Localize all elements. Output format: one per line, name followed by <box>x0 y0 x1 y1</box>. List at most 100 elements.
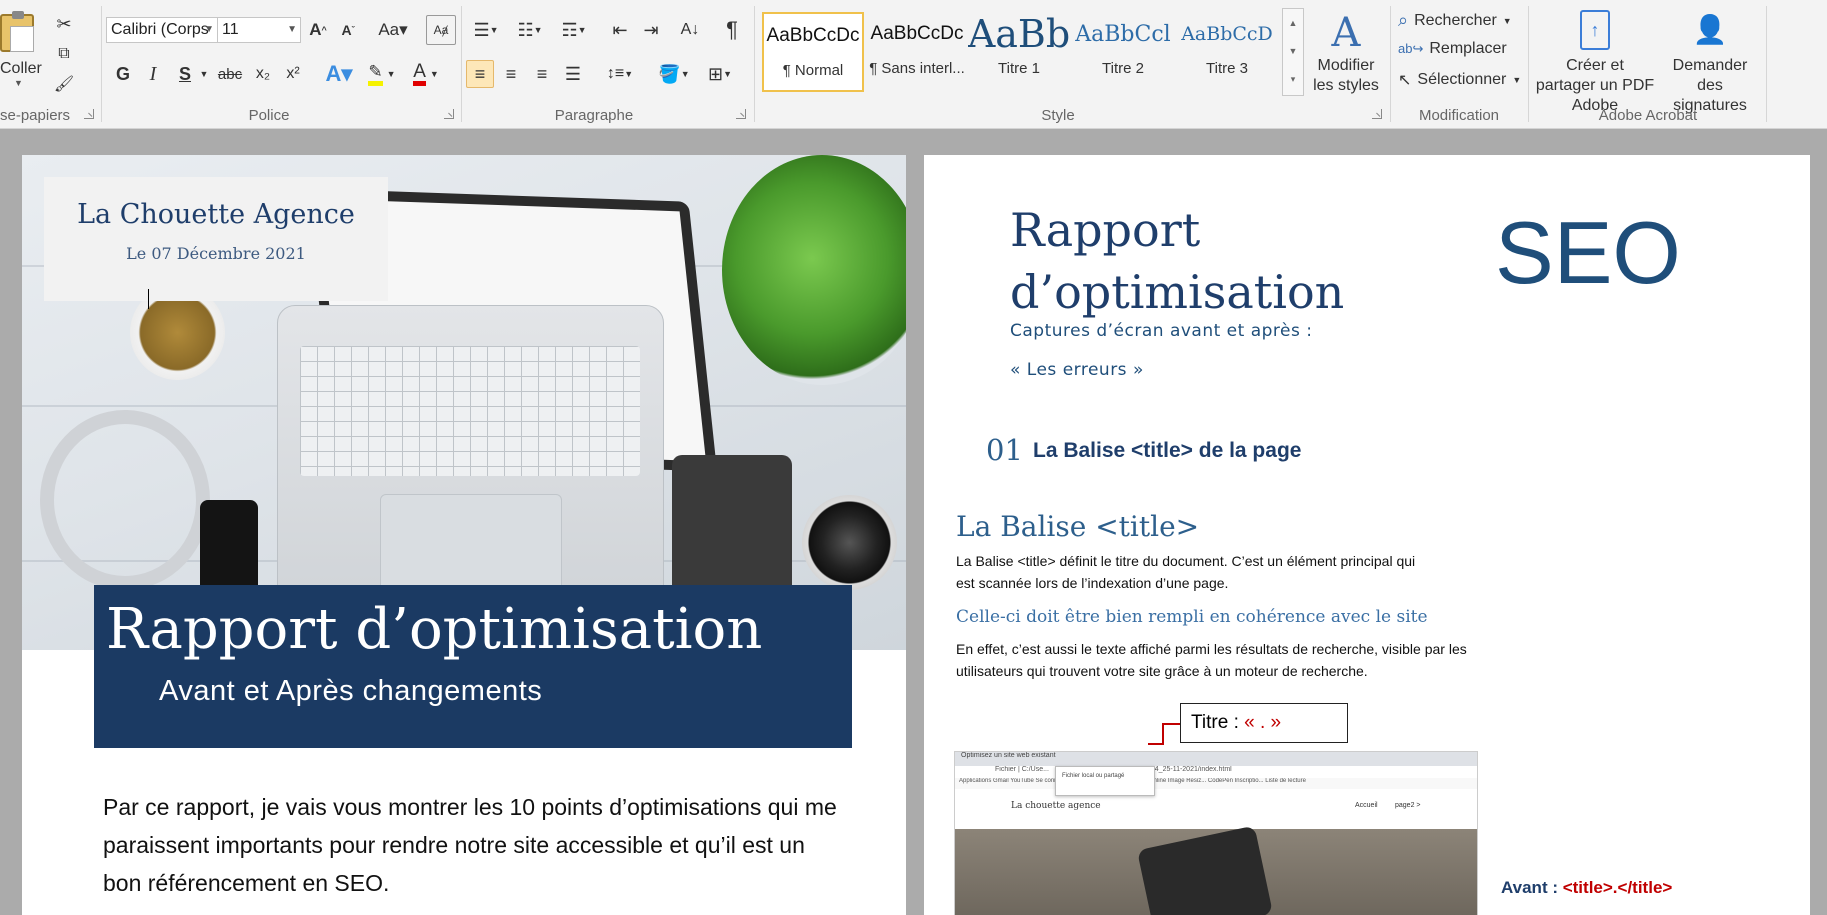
align-left-icon[interactable]: ≡ <box>466 60 494 88</box>
cover-subtitle[interactable]: Avant et Après changements <box>159 675 542 708</box>
align-right-icon[interactable]: ≡ <box>528 60 556 88</box>
subscript-icon[interactable]: x₂ <box>250 60 276 88</box>
style-sample: AaBbCcDc <box>766 25 860 46</box>
pilcrow-icon[interactable]: ¶ <box>718 17 746 43</box>
section-number[interactable]: 01 <box>986 433 1023 467</box>
replace-label: Remplacer <box>1429 40 1507 57</box>
change-case-icon[interactable]: Aa▾ <box>374 17 412 43</box>
style-group-label: Style <box>1041 107 1075 124</box>
create-pdf-button[interactable]: ↑ Créer et partager un PDF Adobe <box>1530 10 1660 116</box>
cover-date[interactable]: Le 07 Décembre 2021 <box>44 244 388 263</box>
align-center-icon[interactable]: ≡ <box>497 60 525 88</box>
format-painter-icon[interactable]: 🖌 <box>52 72 76 96</box>
decrease-indent-icon[interactable]: ⇤ <box>606 17 634 43</box>
shrink-font-icon[interactable]: Aˇ <box>335 17 361 43</box>
font-group-label: Police <box>248 107 290 124</box>
modify-styles-label: Modifier les styles <box>1313 57 1379 94</box>
justify-icon[interactable]: ☰ <box>559 60 587 88</box>
style-heading-3[interactable]: AaBbCcD Titre 3 <box>1176 12 1278 92</box>
cursor-icon: ↖ <box>1398 72 1412 89</box>
style-sample: AaBb <box>968 12 1070 56</box>
replace-icon: ab↪ <box>1398 41 1424 56</box>
paragraph-2[interactable]: En effet, c’est aussi le texte affiché p… <box>956 638 1556 682</box>
style-heading-1[interactable]: AaBb Titre 1 <box>968 12 1070 92</box>
find-button[interactable]: ⌕ Rechercher ▼ <box>1398 10 1512 31</box>
font-size-combo[interactable]: 11 ▼ <box>217 17 301 43</box>
errors-caption[interactable]: « Les erreurs » <box>1010 360 1144 380</box>
captures-caption[interactable]: Captures d’écran avant et après : <box>1010 321 1312 341</box>
more-icon[interactable]: ▾ <box>1283 65 1303 93</box>
cover-title-band: Rapport d’optimisation Avant et Après ch… <box>94 585 852 748</box>
multilevel-list-icon[interactable]: ☶ ▼ <box>554 17 594 43</box>
style-name: Titre 2 <box>1102 60 1144 77</box>
paragraph-line: est scannée lors de l’indexation d’une p… <box>956 575 1229 591</box>
browser-tab-title: Optimisez un site web existant <box>961 752 1056 759</box>
underline-button[interactable]: S <box>172 60 198 88</box>
plant-image <box>722 155 906 385</box>
style-launcher[interactable] <box>1372 109 1382 119</box>
cover-intro[interactable]: Par ce rapport, je vais vous montrer les… <box>103 788 843 902</box>
chevron-down-icon: ▼ <box>1512 75 1522 85</box>
chevron-down-icon[interactable]: ▼ <box>198 60 210 88</box>
style-heading-2[interactable]: AaBbCcl Titre 2 <box>1072 12 1174 92</box>
grow-font-icon[interactable]: A ^ <box>305 17 331 43</box>
paragraph-1[interactable]: La Balise <title> définit le titre du do… <box>956 550 1516 594</box>
subheading[interactable]: Celle-ci doit être bien rempli en cohére… <box>956 607 1428 627</box>
seo-label[interactable]: SEO <box>1495 202 1681 304</box>
style-name: Titre 3 <box>1206 60 1248 77</box>
clear-format-icon[interactable]: Aⱥ <box>426 15 456 45</box>
site-nav: La chouette agence Accueil page2 > <box>955 789 1477 829</box>
clipboard-launcher[interactable] <box>84 109 94 119</box>
sort-icon[interactable]: A↓ <box>676 17 704 43</box>
cover-title[interactable]: Rapport d’optimisation <box>106 597 762 662</box>
chevron-up-icon[interactable]: ▲ <box>1283 9 1303 37</box>
title-callout[interactable]: Titre : « . » <box>1180 703 1348 743</box>
agency-box[interactable]: La Chouette Agence Le 07 Décembre 2021 <box>44 177 388 309</box>
strikethrough-button[interactable]: abc <box>214 60 246 88</box>
modify-styles-button[interactable]: A Modifier les styles <box>1306 10 1386 96</box>
style-gallery-scroll[interactable]: ▲ ▼ ▾ <box>1282 8 1304 96</box>
section-title[interactable]: La Balise <title> de la page <box>1033 439 1301 463</box>
font-color-icon[interactable]: A ▼ <box>406 60 446 88</box>
address-text: Fichier | C:/Use... <box>995 766 1049 773</box>
request-signatures-button[interactable]: 👤 Demander des signatures <box>1660 10 1760 116</box>
numbering-icon[interactable]: ☷ ▼ <box>510 17 550 43</box>
style-name: ¶ Normal <box>782 62 844 79</box>
subsection-heading[interactable]: La Balise <title> <box>956 510 1199 543</box>
report-page[interactable]: Rapport d’optimisation SEO Captures d’éc… <box>924 155 1810 915</box>
line-spacing-icon[interactable]: ↕≡ ▼ <box>600 60 640 88</box>
separator <box>754 6 755 122</box>
site-nav-link: Accueil <box>1355 802 1378 809</box>
bold-button[interactable]: G <box>110 60 136 88</box>
select-button[interactable]: ↖ Sélectionner ▼ <box>1398 70 1521 90</box>
paragraph-launcher[interactable] <box>736 109 746 119</box>
keyboard-image <box>300 346 640 476</box>
browser-screenshot[interactable]: Optimisez un site web existant Fichier |… <box>954 751 1478 915</box>
copy-icon[interactable]: ⧉ <box>52 42 76 66</box>
font-name-combo[interactable]: Calibri (Corps ▼ <box>106 17 218 43</box>
cut-icon[interactable]: ✂ <box>52 12 76 36</box>
chevron-down-icon: ▼ <box>1502 15 1512 26</box>
browser-address-bar: Fichier | C:/Use... ...4_25-11-2021/index… <box>955 766 1477 778</box>
increase-indent-icon[interactable]: ⇥ <box>637 17 665 43</box>
bullets-icon[interactable]: ☰ ▼ <box>466 17 506 43</box>
text-effects-icon[interactable]: A▾ <box>322 60 356 88</box>
report-heading[interactable]: Rapport d’optimisation <box>1010 199 1344 323</box>
superscript-icon[interactable]: x² <box>280 60 306 88</box>
borders-icon[interactable]: ⊞ ▼ <box>700 60 740 88</box>
highlight-icon[interactable]: ✎ ▼ <box>362 60 402 88</box>
paste-button[interactable]: Coller ▼ <box>0 6 44 96</box>
style-sample: AaBbCcD <box>1181 23 1273 45</box>
shading-icon[interactable]: 🪣 ▼ <box>654 60 694 88</box>
font-launcher[interactable] <box>444 109 454 119</box>
italic-button[interactable]: I <box>140 60 166 88</box>
cover-page[interactable]: La Chouette Agence Le 07 Décembre 2021 R… <box>22 155 906 915</box>
before-label[interactable]: Avant : <title>.</title> <box>1501 878 1672 898</box>
agency-name: La Chouette Agence <box>77 199 355 230</box>
replace-button[interactable]: ab↪ Remplacer <box>1398 40 1507 58</box>
style-normal[interactable]: AaBbCcDc ¶ Normal <box>762 12 864 92</box>
chevron-down-icon[interactable]: ▼ <box>1283 37 1303 65</box>
text-cursor <box>148 289 149 309</box>
paste-label: Coller <box>0 60 42 77</box>
style-no-spacing[interactable]: AaBbCcDc ¶ Sans interl... <box>866 12 968 92</box>
